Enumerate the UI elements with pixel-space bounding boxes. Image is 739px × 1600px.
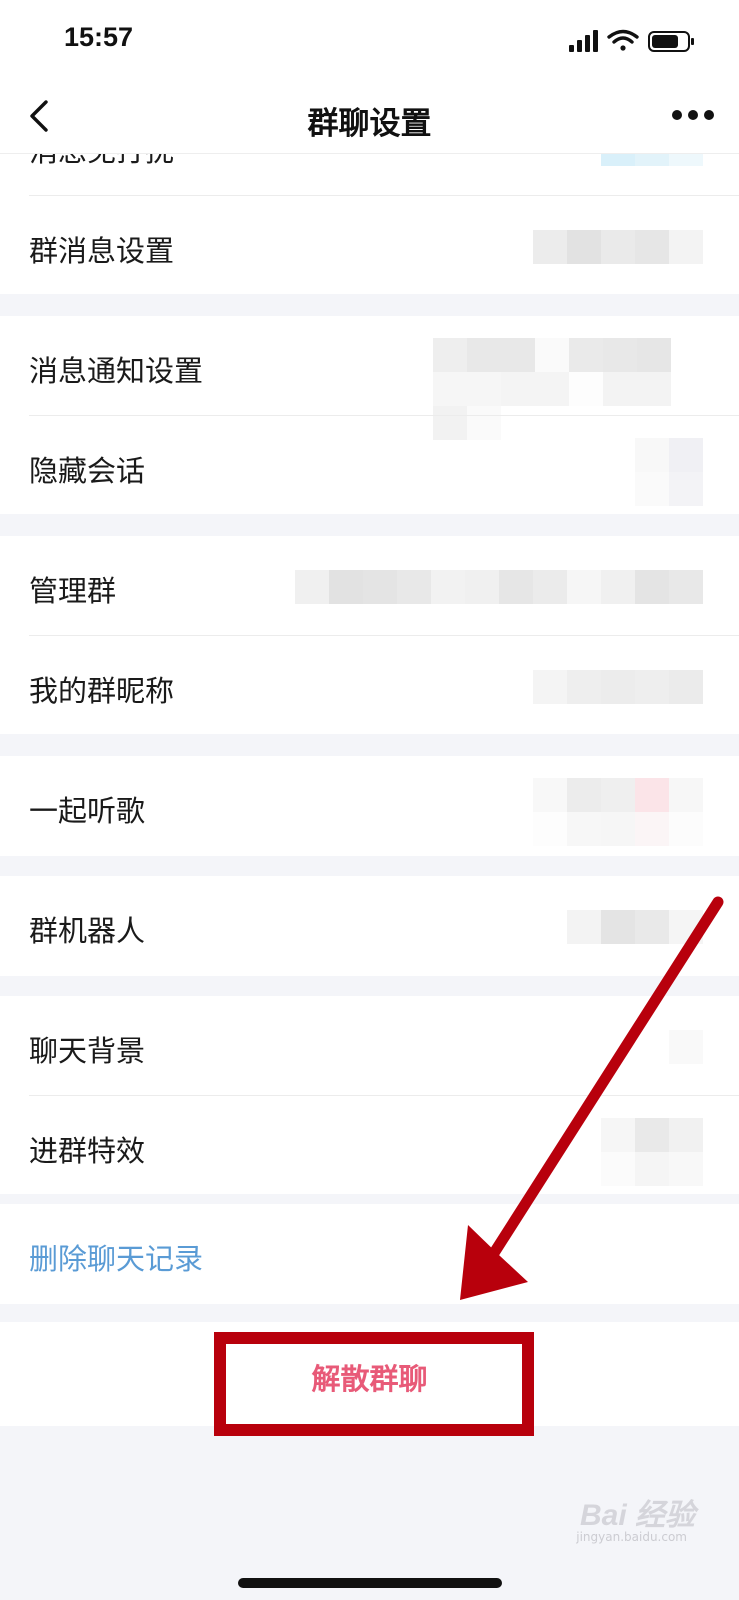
row-group-message-settings[interactable]: 群消息设置: [0, 196, 739, 296]
delete-history-section: 删除聊天记录: [0, 1204, 739, 1304]
row-chat-background[interactable]: 聊天背景: [0, 996, 739, 1096]
status-bar: 15:57: [0, 0, 739, 80]
blurred-value: [533, 230, 703, 264]
delete-history-button[interactable]: 删除聊天记录: [0, 1204, 739, 1304]
row-notification-settings[interactable]: 消息通知设置: [0, 316, 739, 440]
row-label: 一起听歌: [29, 794, 146, 828]
row-listen-together[interactable]: 一起听歌: [0, 756, 739, 856]
baidu-watermark: Bai 经验: [579, 1499, 695, 1532]
page-title: 群聊设置: [307, 106, 432, 142]
row-label: 我的群昵称: [29, 674, 175, 708]
more-icon[interactable]: [671, 108, 715, 122]
group-manage-section: 管理群 我的群昵称: [0, 536, 739, 734]
delete-history-label: 删除聊天记录: [29, 1242, 204, 1276]
row-label: 消息免打扰: [29, 154, 174, 170]
notification-section: 消息通知设置 隐藏会话: [0, 316, 739, 514]
row-label: 隐藏会话: [29, 454, 146, 488]
battery-icon: [648, 31, 694, 52]
blurred-value: [635, 438, 703, 506]
row-manage-group[interactable]: 管理群: [0, 536, 739, 636]
row-label: 消息通知设置: [29, 354, 204, 388]
group-message-section: 消息免打扰 群消息设置: [0, 154, 739, 294]
blurred-value: [295, 570, 703, 604]
row-group-bot[interactable]: 群机器人: [0, 876, 739, 976]
status-time: 15:57: [64, 22, 134, 52]
row-label: 群消息设置: [29, 234, 175, 268]
status-icons: [569, 29, 694, 52]
nav-bar: 群聊设置: [0, 80, 739, 154]
row-label: 聊天背景: [29, 1034, 146, 1068]
blurred-value: [533, 778, 703, 846]
chat-appearance-section: 聊天背景 进群特效: [0, 996, 739, 1194]
blurred-value: [601, 1118, 703, 1186]
listen-together-section: 一起听歌: [0, 756, 739, 856]
group-bot-section: 群机器人: [0, 876, 739, 976]
blurred-value: [669, 1030, 703, 1064]
row-join-effect[interactable]: 进群特效: [0, 1096, 739, 1196]
blurred-value: [433, 338, 703, 440]
row-hide-conversation[interactable]: 隐藏会话: [0, 416, 739, 516]
annotation-highlight-box: [214, 1332, 534, 1436]
home-indicator: [238, 1578, 502, 1588]
row-my-group-nickname[interactable]: 我的群昵称: [0, 636, 739, 736]
row-label: 进群特效: [29, 1134, 146, 1168]
blurred-value: [533, 670, 703, 704]
row-do-not-disturb[interactable]: 消息免打扰: [0, 154, 739, 196]
row-label: 群机器人: [29, 914, 146, 948]
wifi-icon: [607, 29, 639, 51]
signal-icon: [569, 30, 598, 52]
baidu-watermark-url: jingyan.baidu.com: [576, 1530, 687, 1544]
row-label: 管理群: [29, 574, 117, 608]
blurred-value: [567, 910, 703, 944]
blurred-avatar: [601, 154, 703, 166]
